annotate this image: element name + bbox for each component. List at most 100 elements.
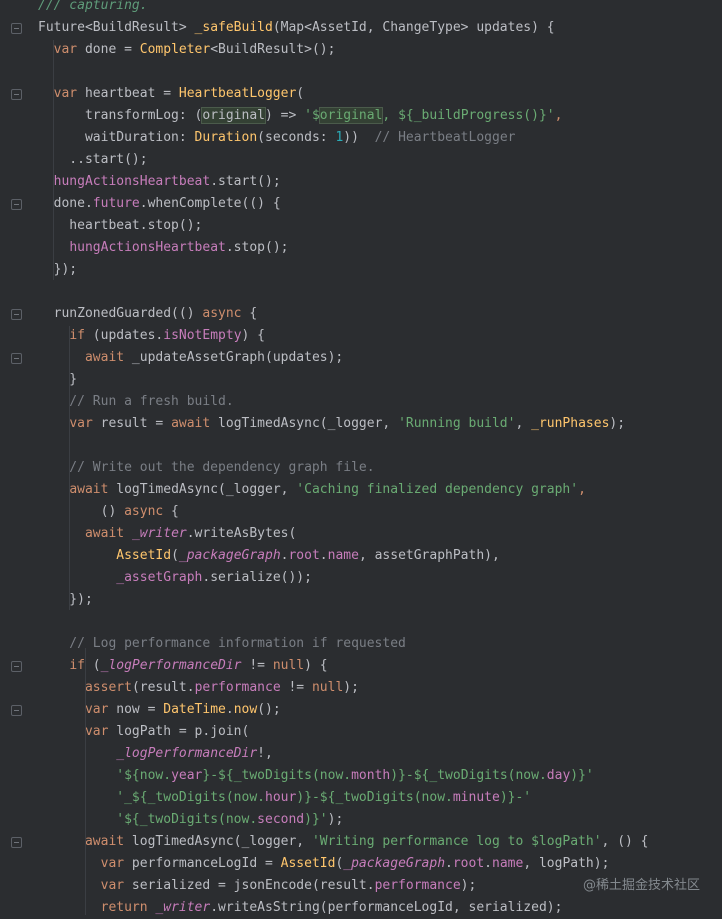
code-line[interactable]: return _writer.writeAsString(performance… [38,897,563,919]
code-token: logTimedAsync(_logger, [108,482,297,497]
fold-toggle-icon[interactable] [11,199,22,210]
fold-toggle-icon[interactable] [11,23,22,34]
code-line[interactable]: }); [38,259,78,281]
code-token: original [318,107,384,124]
code-token: await [84,526,125,541]
code-line[interactable]: '${_twoDigits(now.second)}'); [38,809,343,831]
code-line[interactable]: if (_logPerformanceDir != null) { [38,655,327,677]
code-line[interactable]: var done = Completer<BuildResult>(); [38,39,336,61]
code-token: Duration [194,130,258,145]
code-line[interactable]: () async { [38,501,179,523]
code-line[interactable]: var now = DateTime.now(); [38,699,281,721]
code-token: ); [460,878,477,893]
code-line[interactable]: '_${_twoDigits(now.hour)}-${_twoDigits(n… [38,787,531,809]
code-token: await [84,350,125,365]
code-line[interactable]: Future<BuildResult> _safeBuild(Map<Asset… [38,17,555,39]
code-line[interactable]: // Write out the dependency graph file. [38,457,374,479]
fold-toggle-icon[interactable] [11,353,22,364]
code-line[interactable]: heartbeat.stop(); [38,215,202,237]
code-token: var [84,724,109,739]
code-line[interactable]: '${now.year}-${_twoDigits(now.month)}-${… [38,765,593,787]
code-token: Completer [139,42,211,57]
code-token: }-${_twoDigits(now. [202,768,352,783]
code-token: await [84,834,125,849]
code-token: performanceLogId = [124,856,281,871]
code-token: { [163,504,179,519]
code-line[interactable]: if (updates.isNotEmpty) { [38,325,265,347]
code-line[interactable]: var performanceLogId = AssetId(_packageG… [38,853,610,875]
code-token: await [171,416,211,431]
code-token: // Log performance information if reques… [38,636,406,651]
code-token: ); [327,812,344,827]
code-token: _logPerformanceDir [116,746,258,761]
code-token: now [233,702,258,717]
code-token: .whenComplete(() { [139,196,281,211]
code-line[interactable]: runZonedGuarded(() async { [38,303,258,325]
code-token: // Run a fresh build. [38,394,234,409]
code-line[interactable]: hungActionsHeartbeat.start(); [38,171,281,193]
code-line[interactable]: ..start(); [38,149,147,171]
code-line[interactable]: hungActionsHeartbeat.stop(); [38,237,288,259]
code-token: () [38,504,125,519]
code-line[interactable]: // Log performance information if reques… [38,633,406,655]
code-token: , assetGraphPath), [358,548,500,563]
code-line[interactable]: transformLog: (original) => '$original, … [38,105,562,127]
code-token: (); [257,702,281,717]
code-line[interactable]: done.future.whenComplete(() { [38,193,281,215]
code-token: year [171,768,203,783]
code-token: _writer [155,900,211,915]
fold-toggle-icon[interactable] [11,309,22,320]
code-token: var [84,702,109,717]
code-token: Future<BuildResult> [38,20,195,35]
watermark: @稀土掘金技术社区 [582,878,700,893]
code-line[interactable]: assert(result.performance != null); [38,677,359,699]
code-token: month [351,768,391,783]
code-token: ( [84,658,101,673]
fold-toggle-icon[interactable] [11,837,22,848]
code-token: ); [343,680,359,695]
code-line[interactable]: await logTimedAsync(_logger, 'Caching fi… [38,479,586,501]
code-token: 'Caching finalized dependency graph' [296,482,579,497]
code-line[interactable]: var logPath = p.join( [38,721,249,743]
code-token: }); [38,262,78,277]
code-line[interactable]: }); [38,589,93,611]
code-token: isNotEmpty [163,328,242,343]
code-token: serialized = jsonEncode(result. [124,878,375,893]
code-line[interactable]: _logPerformanceDir!, [38,743,273,765]
code-token: 'Writing performance log to $logPath' [311,834,602,849]
code-line[interactable]: await _writer.writeAsBytes( [38,523,296,545]
code-token: var [100,878,125,893]
code-line[interactable]: await logTimedAsync(_logger, 'Writing pe… [38,831,649,853]
code-line[interactable]: var result = await logTimedAsync(_logger… [38,413,625,435]
code-line[interactable]: waitDuration: Duration(seconds: 1)) // H… [38,127,516,149]
code-line[interactable]: _assetGraph.serialize()); [38,567,312,589]
code-line[interactable]: // Run a fresh build. [38,391,234,413]
indent-guide [69,326,70,610]
code-line[interactable]: } [38,369,77,391]
fold-toggle-icon[interactable] [11,661,22,672]
fold-toggle-icon[interactable] [11,705,22,716]
code-token: day [546,768,571,783]
code-line[interactable]: await _updateAssetGraph(updates); [38,347,343,369]
code-token: var [69,416,93,431]
code-token: , [554,108,563,123]
code-line[interactable]: AssetId(_packageGraph.root.name, assetGr… [38,545,500,567]
code-line[interactable]: var heartbeat = HeartbeatLogger( [38,83,304,105]
code-line[interactable]: var serialized = jsonEncode(result.perfo… [38,875,477,897]
code-token: root [288,548,320,563]
code-line[interactable]: /// capturing. [38,0,148,17]
code-token: AssetId [116,548,172,563]
code-editor[interactable]: /// capturing. Future<BuildResult> _safeB… [0,0,722,915]
fold-toggle-icon[interactable] [11,89,22,100]
